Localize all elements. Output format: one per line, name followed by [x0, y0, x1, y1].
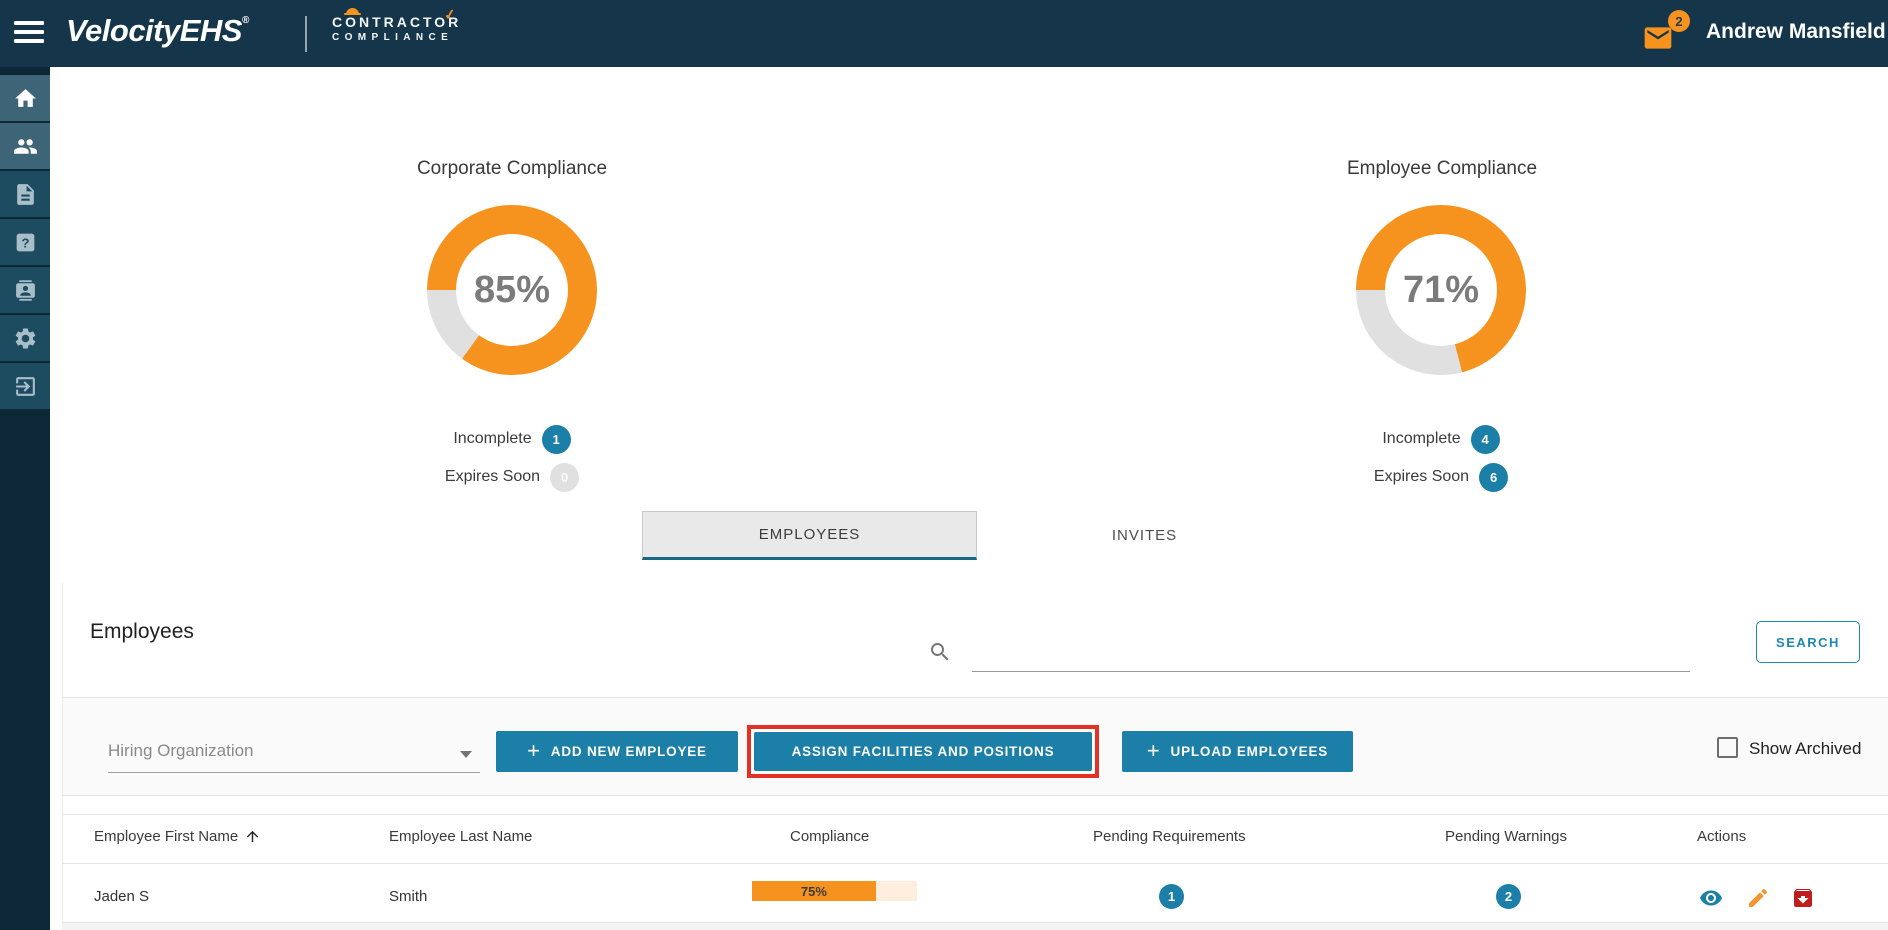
incomplete-count-badge: 1 [542, 425, 571, 454]
col-header-pending-warnings[interactable]: Pending Warnings [1445, 828, 1567, 845]
sort-ascending-icon [244, 828, 261, 845]
compliance-progress-fill: 75% [752, 881, 876, 901]
corporate-chart-title: Corporate Compliance [362, 158, 662, 180]
col-header-first-name[interactable]: Employee First Name [94, 828, 261, 845]
incomplete-label: Incomplete [1382, 430, 1460, 448]
pending-requirements-badge: 1 [1159, 884, 1184, 909]
expires-soon-label: Expires Soon [445, 468, 540, 486]
divider [62, 863, 1888, 864]
employee-incomplete-row: Incomplete 4 [1321, 424, 1561, 454]
expires-soon-label: Expires Soon [1374, 468, 1469, 486]
corporate-expires-row: Expires Soon 0 [392, 462, 632, 492]
assign-facilities-positions-button[interactable]: ASSIGN FACILITIES AND POSITIONS [754, 732, 1092, 771]
hiring-organization-placeholder: Hiring Organization [108, 741, 254, 761]
col-header-compliance[interactable]: Compliance [790, 828, 869, 845]
employee-donut-chart: 71% [1356, 205, 1526, 375]
divider [62, 814, 1888, 815]
gear-icon [13, 326, 38, 351]
col-header-actions: Actions [1697, 828, 1746, 845]
search-input[interactable] [972, 636, 1690, 672]
product-line1: CONTRACTOR [332, 14, 461, 30]
hiring-organization-select[interactable]: Hiring Organization [108, 736, 480, 773]
col-header-pending-requirements[interactable]: Pending Requirements [1093, 828, 1246, 845]
employee-expires-row: Expires Soon 6 [1321, 462, 1561, 492]
sidebar-item-settings[interactable] [0, 315, 50, 361]
user-name[interactable]: Andrew Mansfield [1706, 20, 1886, 44]
top-navbar: VelocityEHS® CONTRACTOR ✓ COMPLIANCE 2 A… [0, 0, 1888, 67]
expires-soon-count-badge: 6 [1479, 463, 1508, 492]
footer-strip [62, 923, 1888, 930]
incomplete-label: Incomplete [453, 430, 531, 448]
assign-button-highlight: ASSIGN FACILITIES AND POSITIONS [747, 725, 1099, 778]
product-logo: CONTRACTOR ✓ COMPLIANCE [332, 14, 461, 43]
cell-last-name: Smith [389, 888, 427, 905]
corporate-percent: 85% [474, 269, 550, 312]
svg-text:?: ? [21, 235, 29, 250]
sidebar-item-help[interactable]: ? [0, 219, 50, 265]
incomplete-count-badge: 4 [1471, 425, 1500, 454]
notification-count-badge: 2 [1668, 10, 1690, 32]
search-button[interactable]: SEARCH [1756, 621, 1860, 663]
archive-button[interactable] [1791, 886, 1815, 910]
pencil-icon [1746, 886, 1770, 910]
tab-employees[interactable]: EMPLOYEES [642, 511, 977, 560]
corporate-incomplete-row: Incomplete 1 [392, 424, 632, 454]
compliance-progress-label: 75% [801, 884, 827, 899]
exit-icon [13, 374, 38, 399]
check-icon: ✓ [443, 5, 460, 24]
plus-icon: + [527, 740, 541, 762]
product-line2: COMPLIANCE [332, 32, 461, 43]
search-icon [928, 640, 952, 669]
brand-logo: VelocityEHS® [66, 13, 249, 49]
cell-first-name: Jaden S [94, 888, 149, 905]
plus-icon: + [1147, 740, 1161, 762]
eye-icon [1699, 886, 1723, 910]
expires-soon-count-badge: 0 [550, 463, 579, 492]
registered-mark: ® [242, 15, 249, 26]
divider [305, 16, 307, 52]
col-header-last-name[interactable]: Employee Last Name [389, 828, 532, 845]
app-screen: VelocityEHS® CONTRACTOR ✓ COMPLIANCE 2 A… [0, 0, 1888, 930]
tab-invites[interactable]: INVITES [977, 511, 1312, 560]
home-icon [13, 86, 38, 111]
view-button[interactable] [1699, 886, 1723, 910]
sidebar-item-employees[interactable] [0, 123, 50, 169]
menu-icon[interactable] [14, 21, 44, 45]
notifications-button[interactable]: 2 [1642, 16, 1686, 56]
show-archived-label[interactable]: Show Archived [1749, 739, 1861, 759]
corporate-donut-chart: 85% [427, 205, 597, 375]
archive-icon [1791, 886, 1815, 910]
sidebar-item-logout[interactable] [0, 363, 50, 409]
hardhat-icon [346, 8, 359, 15]
upload-employees-button[interactable]: + UPLOAD EMPLOYEES [1122, 731, 1353, 772]
pending-warnings-badge: 2 [1496, 884, 1521, 909]
employee-chart-title: Employee Compliance [1292, 158, 1592, 180]
sidebar-nav: ? [0, 67, 50, 930]
compliance-progress-bar: 75% [752, 881, 917, 901]
sidebar-item-home[interactable] [0, 75, 50, 121]
sidebar-item-documents[interactable] [0, 171, 50, 217]
divider [62, 583, 63, 930]
people-icon [13, 134, 38, 159]
chevron-down-icon [460, 751, 472, 758]
edit-button[interactable] [1746, 886, 1770, 910]
show-archived-checkbox[interactable] [1717, 737, 1738, 758]
add-new-employee-button[interactable]: + ADD NEW EMPLOYEE [496, 731, 738, 772]
page-title: Employees [90, 620, 194, 644]
sidebar-item-contacts[interactable] [0, 267, 50, 313]
document-icon [13, 182, 38, 207]
contact-card-icon [13, 278, 38, 303]
help-icon: ? [13, 230, 38, 255]
employee-percent: 71% [1403, 269, 1479, 312]
